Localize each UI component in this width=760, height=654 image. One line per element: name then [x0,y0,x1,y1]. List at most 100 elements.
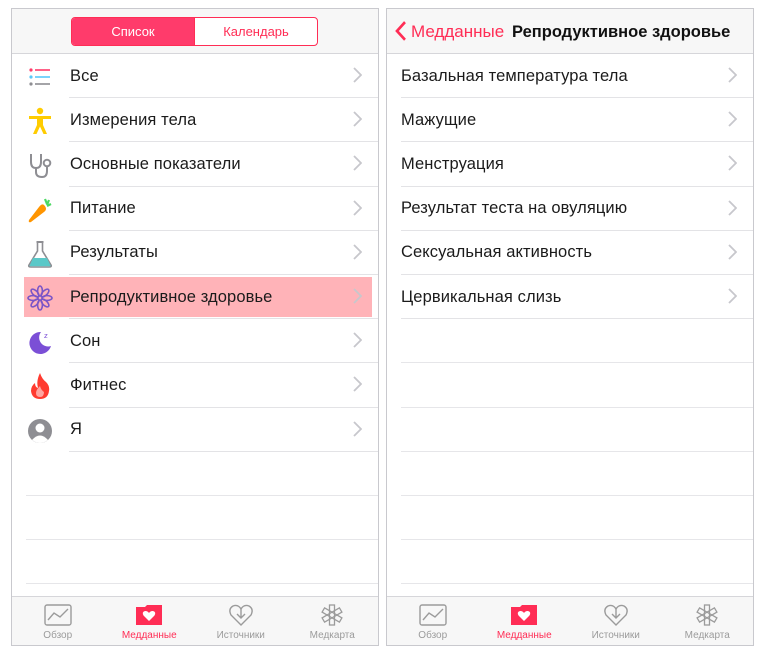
tab-label: Медданные [121,630,177,641]
sources-icon [603,604,628,626]
category-label: Я [70,420,83,439]
category-row-sleep[interactable]: z Сон [12,319,378,364]
flask-icon [26,240,54,268]
item-label: Результат теста на овуляцию [401,199,628,218]
empty-row [387,452,753,497]
list-icon [26,63,54,91]
chevron-right-icon [353,420,362,437]
category-label: Результаты [70,243,158,262]
tab-overview[interactable]: Обзор [387,597,479,645]
empty-row [387,540,753,585]
chevron-right-icon [353,376,362,392]
reproductive-health-screen: Медданные Репродуктивное здоровье Базаль… [386,8,754,646]
tab-label: Медкарта [684,630,730,641]
chevron-right-icon [728,155,737,172]
category-label: Все [70,66,99,85]
segment-calendar[interactable]: Календарь [194,18,317,45]
tab-medical-id[interactable]: Медкарта [662,597,754,645]
item-row-menstruation[interactable]: Менструация [387,142,753,187]
chevron-right-icon [353,111,362,127]
empty-row [12,540,378,585]
category-row-results[interactable]: Результаты [12,231,378,276]
item-row-cervical-mucus[interactable]: Цервикальная слизь [387,275,753,320]
chevron-right-icon [353,199,362,216]
empty-row [387,363,753,408]
category-label: Репродуктивное здоровье [70,287,273,306]
item-row-sexual-activity[interactable]: Сексуальная активность [387,231,753,276]
stethoscope-icon [26,151,54,179]
medical-id-icon [321,604,344,626]
empty-row [12,496,378,541]
chevron-right-icon [728,244,737,260]
dashboard-icon [44,604,72,626]
carrot-icon [26,196,54,224]
medical-id-icon [696,604,719,626]
item-row-spotting[interactable]: Мажущие [387,98,753,143]
back-button[interactable]: Медданные [395,21,504,42]
tab-label: Медкарта [309,630,355,641]
chevron-right-icon [728,288,737,304]
tab-sources[interactable]: Источники [195,597,287,645]
view-segmented-control: Список Календарь [71,17,318,46]
chevron-right-icon [728,111,737,127]
category-row-all[interactable]: Все [12,54,378,99]
empty-row [387,496,753,541]
category-list: Все Измерения тела Основные показатели П… [12,54,378,585]
chevron-right-icon [353,155,362,172]
category-label: Основные показатели [70,154,241,173]
health-data-icon [511,605,538,625]
chevron-right-icon [353,288,362,304]
chevron-right-icon [728,199,737,216]
chevron-right-icon [353,244,362,260]
category-row-reproductive-health[interactable]: Репродуктивное здоровье [12,275,378,320]
tab-medical-id[interactable]: Медкарта [287,597,379,645]
dashboard-icon [419,604,447,626]
category-row-fitness[interactable]: Фитнес [12,363,378,408]
chevron-right-icon [353,332,362,348]
category-row-me[interactable]: Я [12,408,378,452]
category-label: Питание [70,199,136,218]
navigation-bar: Медданные Репродуктивное здоровье [387,9,753,54]
item-label: Менструация [401,154,504,173]
item-row-basal-temperature[interactable]: Базальная температура тела [387,54,753,99]
chevron-left-icon [395,20,407,43]
page-title: Репродуктивное здоровье [512,23,731,41]
health-categories-screen: Список Календарь Все Измерения тела Осно… [11,8,379,646]
item-row-ovulation-test[interactable]: Результат теста на овуляцию [387,187,753,231]
category-label: Фитнес [70,375,127,394]
category-row-body-measurements[interactable]: Измерения тела [12,98,378,143]
tab-sources[interactable]: Источники [570,597,662,645]
body-figure-icon [26,107,54,135]
tab-health-data[interactable]: Медданные [104,597,196,645]
tab-label: Источники [216,630,265,641]
reproductive-item-list: Базальная температура тела Мажущие Менст… [387,54,753,585]
item-label: Сексуальная активность [401,243,593,262]
tab-label: Обзор [43,630,73,641]
item-label: Базальная температура тела [401,66,628,85]
sources-icon [228,604,253,626]
tab-bar: Обзор Медданные Источники Медкарта [387,596,753,645]
tab-label: Обзор [418,630,448,641]
tab-label: Медданные [496,630,552,641]
category-row-vitals[interactable]: Основные показатели [12,142,378,187]
item-label: Мажущие [401,110,477,129]
category-label: Сон [70,331,101,350]
empty-row [387,408,753,452]
flame-icon [26,372,54,400]
flower-icon [26,284,54,312]
empty-row [12,452,378,497]
tab-label: Источники [591,630,640,641]
tab-overview[interactable]: Обзор [12,597,104,645]
person-icon [26,417,54,445]
category-label: Измерения тела [70,110,197,129]
segment-list[interactable]: Список [72,18,194,45]
back-button-label: Медданные [411,21,505,41]
tab-bar: Обзор Медданные Источники Медкарта [12,596,378,645]
svg-text:z: z [44,332,48,340]
health-data-icon [136,605,163,625]
empty-row [387,319,753,364]
category-row-nutrition[interactable]: Питание [12,187,378,231]
item-label: Цервикальная слизь [401,287,562,306]
chevron-right-icon [728,67,737,83]
tab-health-data[interactable]: Медданные [479,597,571,645]
